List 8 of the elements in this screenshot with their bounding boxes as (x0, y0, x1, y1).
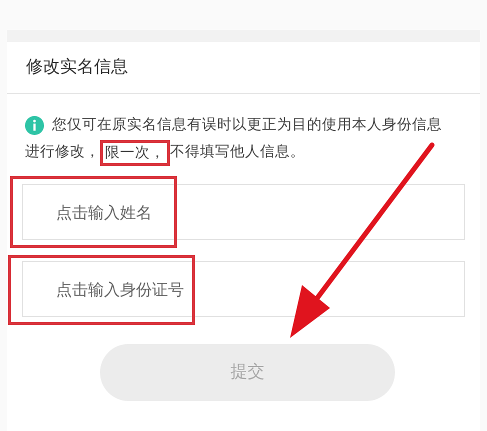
info-icon (25, 116, 44, 135)
section-title: 修改实名信息 (26, 56, 128, 79)
notice-text: 您仅可在原实名信息有误时以更正为目的使用本人身份信息 (52, 116, 442, 135)
input-field[interactable]: 点击输入姓名 (22, 184, 465, 240)
notice-text: 不得填写他人信息。 (170, 143, 305, 162)
notice-text: 进行修改， (25, 143, 100, 162)
highlighted-text: 限一次， (100, 140, 170, 166)
input-field[interactable]: 点击输入身份证号 (22, 261, 465, 317)
